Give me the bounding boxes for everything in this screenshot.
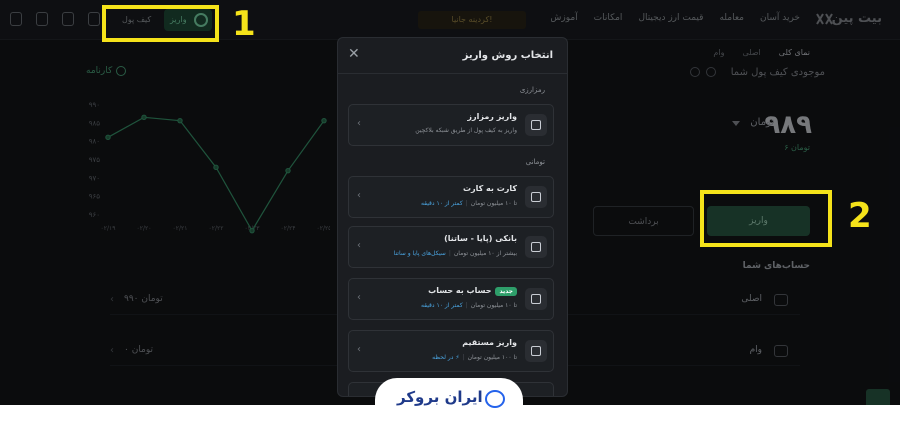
option-title: حساب به حساب جدید <box>428 286 517 296</box>
deposit-method-modal: انتخاب روش واریز ✕ رمزارزی واریز رمزارز … <box>337 37 568 397</box>
option-meta: تا ۱۰۰ میلیون تومان|⚡ در لحظه <box>432 354 517 361</box>
separator: | <box>462 354 465 361</box>
option-limit: بیشتر از ۱۰ میلیون تومان <box>453 250 517 257</box>
option-time: ⚡ در لحظه <box>432 354 460 361</box>
option-time: سیکل‌های پایا و ساتنا <box>393 250 446 257</box>
brand-logo-icon <box>485 390 505 408</box>
option-crypto-deposit[interactable]: واریز رمزارز واریز به کیف پول از طریق شب… <box>348 104 554 146</box>
chevron-left-icon: ‹ <box>357 240 361 251</box>
crypto-section-label: رمزارزی <box>519 86 545 94</box>
option-bank-transfer[interactable]: بانکی (پایا - ساتنا) بیشتر از ۱۰ میلیون … <box>348 226 554 268</box>
option-title: کارت به کارت <box>462 184 517 193</box>
option-title: بانکی (پایا - ساتنا) <box>444 234 517 243</box>
direct-deposit-icon <box>525 340 547 362</box>
toman-section-label: تومانی <box>525 158 545 166</box>
crypto-wallet-icon <box>525 114 547 136</box>
brand-text: ایران بروکر <box>397 388 483 406</box>
option-meta: بیشتر از ۱۰ میلیون تومان|سیکل‌های پایا و… <box>394 250 517 257</box>
option-title: واریز رمزارز <box>467 112 517 121</box>
option-direct-deposit[interactable]: واریز مستقیم تا ۱۰۰ میلیون تومان|⚡ در لح… <box>348 330 554 372</box>
chevron-left-icon: ‹ <box>357 118 361 129</box>
option-account-to-account[interactable]: حساب به حساب جدید تا ۱۰ میلیون تومان|کمتر… <box>348 278 554 320</box>
separator: | <box>465 200 468 207</box>
brand-watermark: ایران بروکر <box>375 378 523 422</box>
close-icon[interactable]: ✕ <box>348 46 360 62</box>
option-limit: تا ۱۰۰ میلیون تومان <box>467 354 517 361</box>
transfer-icon <box>525 288 547 310</box>
option-time: کمتر از ۱۰ دقیقه <box>420 200 463 207</box>
new-badge: جدید <box>495 287 517 296</box>
annotation-number-1: 1 <box>232 4 256 44</box>
option-title-text: حساب به حساب <box>428 286 492 295</box>
option-title: واریز مستقیم <box>462 338 517 347</box>
card-icon <box>525 186 547 208</box>
option-meta: تا ۱۰ میلیون تومان|کمتر از ۱۰ دقیقه <box>421 302 517 309</box>
separator: | <box>465 302 468 309</box>
option-meta: تا ۱۰ میلیون تومان|کمتر از ۱۰ دقیقه <box>421 200 517 207</box>
chevron-left-icon: ‹ <box>357 344 361 355</box>
highlight-box-2 <box>700 190 832 247</box>
option-desc: واریز به کیف پول از طریق شبکه بلاکچین <box>415 127 517 134</box>
highlight-box-1 <box>102 5 219 42</box>
bank-icon <box>525 236 547 258</box>
separator: | <box>448 250 451 257</box>
annotation-number-2: 2 <box>848 196 872 236</box>
chevron-left-icon: ‹ <box>357 190 361 201</box>
option-time: کمتر از ۱۰ دقیقه <box>420 302 463 309</box>
modal-header: انتخاب روش واریز ✕ <box>338 38 567 74</box>
option-limit: تا ۱۰ میلیون تومان <box>470 302 517 309</box>
modal-title: انتخاب روش واریز <box>462 50 553 61</box>
option-limit: تا ۱۰ میلیون تومان <box>470 200 517 207</box>
chevron-left-icon: ‹ <box>357 292 361 303</box>
option-card-to-card[interactable]: کارت به کارت تا ۱۰ میلیون تومان|کمتر از … <box>348 176 554 218</box>
